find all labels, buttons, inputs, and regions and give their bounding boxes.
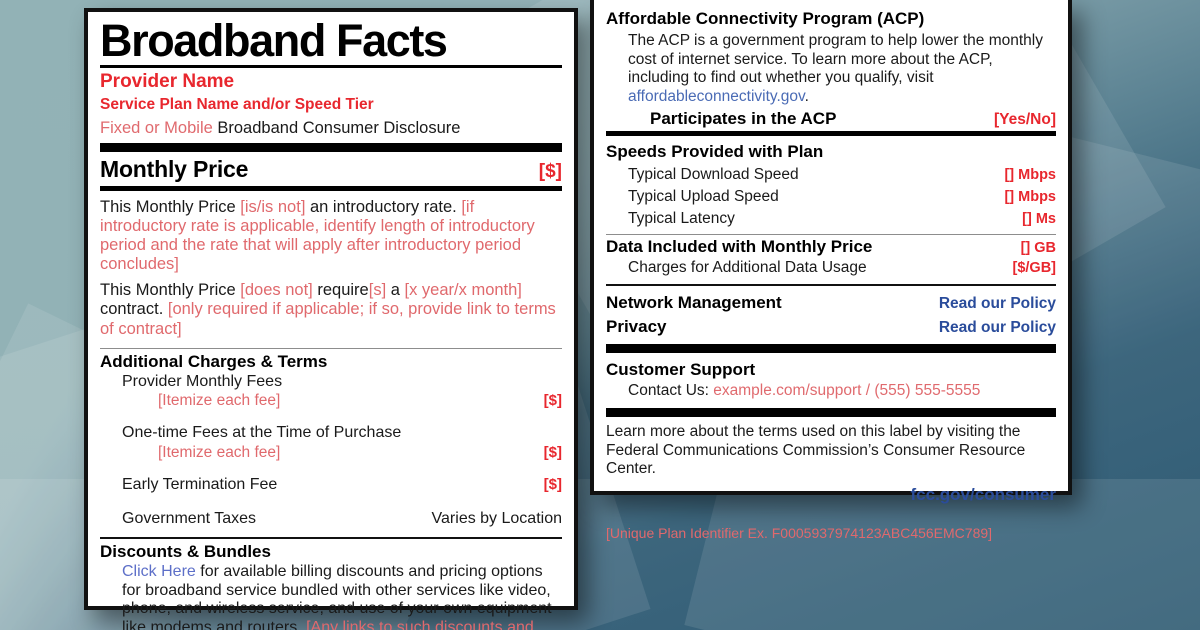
contract-c: require — [312, 281, 369, 300]
policy-row-privacy: Privacy Read our Policy — [606, 315, 1056, 338]
consumer-disclosure-line: Fixed or Mobile Broadband Consumer Discl… — [100, 117, 562, 139]
acp-body-period: . — [804, 87, 809, 105]
contract-a: This Monthly Price — [100, 281, 241, 300]
policy-label: Privacy — [606, 316, 667, 336]
speeds-heading: Speeds Provided with Plan — [606, 142, 824, 162]
intro-b: [is/is not] — [240, 197, 306, 216]
broadband-facts-label-right: Affordable Connectivity Program (ACP) Th… — [590, 0, 1072, 541]
customer-support-contact: Contact Us: example.com/support / (555) … — [606, 381, 1056, 402]
speed-row-download: Typical Download Speed [] Mbps — [606, 164, 1056, 186]
speed-value: [] Ms — [1022, 210, 1056, 227]
customer-support-heading: Customer Support — [606, 359, 756, 379]
data-included-row: Data Included with Monthly Price [] GB — [606, 235, 1056, 257]
additional-data-usage-row: Charges for Additional Data Usage [$/GB] — [606, 257, 1056, 279]
monthly-price-label: Monthly Price — [100, 155, 249, 182]
acp-heading: Affordable Connectivity Program (ACP) — [606, 9, 925, 28]
discounts-bundles-body: Click Here for available billing discoun… — [100, 563, 562, 630]
speed-label: Typical Upload Speed — [628, 187, 779, 205]
contract-e: a — [386, 281, 405, 300]
policy-row-network-management: Network Management Read our Policy — [606, 291, 1056, 314]
contract-f: [x year/x month] — [404, 281, 522, 300]
fee-label: Early Termination Fee — [122, 476, 278, 494]
fee-amount: [$] — [543, 444, 562, 462]
fee-label: Government Taxes — [122, 510, 256, 528]
contact-us-value[interactable]: example.com/support / (555) 555-5555 — [713, 382, 980, 399]
intro-a: This Monthly Price — [100, 197, 241, 216]
provider-name: Provider Name — [100, 70, 235, 92]
introductory-rate-paragraph: This Monthly Price [is/is not] an introd… — [100, 198, 562, 275]
fee-sub-provider-monthly: [Itemize each fee] [$] — [100, 392, 562, 410]
speed-row-latency: Typical Latency [] Ms — [606, 208, 1056, 230]
additional-data-value: [$/GB] — [1012, 259, 1057, 276]
speed-label: Typical Download Speed — [628, 165, 799, 183]
fee-label: Provider Monthly Fees — [122, 372, 283, 390]
click-here-link[interactable]: Click Here — [122, 563, 196, 580]
data-included-heading: Data Included with Monthly Price — [606, 236, 873, 256]
disclosure-rest: Broadband Consumer Disclosure — [212, 118, 461, 137]
fee-amount: [$] — [543, 476, 562, 494]
fee-itemize-note: [Itemize each fee] — [158, 392, 281, 410]
contact-us-label: Contact Us: — [628, 382, 714, 400]
disclosure-type: Fixed or Mobile — [100, 118, 213, 137]
service-plan-name: Service Plan Name and/or Speed Tier — [100, 95, 374, 113]
divider-above-footer — [606, 407, 1056, 417]
unique-plan-identifier: [Unique Plan Identifier Ex. F00059379741… — [606, 524, 993, 541]
contract-h: [only required if applicable; if so, pro… — [100, 300, 556, 338]
discounts-bundles-heading: Discounts & Bundles — [100, 542, 271, 562]
fee-sub-one-time: [Itemize each fee] [$] — [100, 444, 562, 462]
fee-label: One-time Fees at the Time of Purchase — [122, 424, 402, 442]
acp-participation-label: Participates in the ACP — [650, 109, 837, 129]
divider-above-customer-support — [606, 343, 1056, 353]
policy-label: Network Management — [606, 293, 782, 313]
fee-row-one-time: One-time Fees at the Time of Purchase — [100, 423, 562, 444]
acp-participation-value: [Yes/No] — [993, 111, 1056, 129]
speed-value: [] Mbps — [1004, 188, 1056, 205]
divider-thick-top — [100, 142, 562, 152]
contract-paragraph: This Monthly Price [does not] require[s]… — [100, 281, 562, 338]
contract-g: contract. — [100, 300, 168, 319]
monthly-price-value: [$] — [538, 160, 562, 182]
speed-value: [] Mbps — [1004, 166, 1056, 183]
monthly-price-row: Monthly Price [$] — [100, 152, 562, 186]
additional-charges-heading: Additional Charges & Terms — [100, 351, 328, 371]
fee-amount: [$] — [543, 392, 562, 410]
fee-row-government-taxes: Government Taxes Varies by Location — [100, 509, 562, 530]
data-included-value: [] GB — [1020, 239, 1056, 256]
fee-row-early-termination: Early Termination Fee [$] — [100, 475, 562, 496]
contract-b: [does not] — [240, 281, 313, 300]
network-management-policy-link[interactable]: Read our Policy — [939, 293, 1056, 314]
acp-body-text: The ACP is a government program to help … — [628, 32, 1043, 87]
fcc-consumer-link[interactable]: fcc.gov/consumer — [606, 485, 1057, 505]
acp-participation-row: Participates in the ACP [Yes/No] — [606, 106, 1056, 131]
fee-amount: Varies by Location — [431, 510, 562, 528]
acp-body: The ACP is a government program to help … — [606, 32, 1056, 106]
affordableconnectivity-link[interactable]: affordableconnectivity.gov — [628, 88, 805, 105]
fee-row-provider-monthly: Provider Monthly Fees — [100, 372, 562, 393]
broadband-facts-label-left: Broadband Facts Provider Name Service Pl… — [84, 8, 578, 630]
page-title: Broadband Facts — [100, 15, 448, 66]
intro-c: an introductory rate. — [305, 197, 462, 216]
speed-label: Typical Latency — [628, 209, 735, 227]
contract-d: [s] — [368, 281, 387, 300]
fee-itemize-note: [Itemize each fee] — [158, 444, 281, 462]
divider-under-monthly-price — [100, 185, 562, 191]
speed-row-upload: Typical Upload Speed [] Mbps — [606, 186, 1056, 208]
footer-learn-more-text: Learn more about the terms used on this … — [606, 422, 1026, 478]
additional-data-label: Charges for Additional Data Usage — [628, 258, 867, 276]
privacy-policy-link[interactable]: Read our Policy — [939, 317, 1056, 338]
